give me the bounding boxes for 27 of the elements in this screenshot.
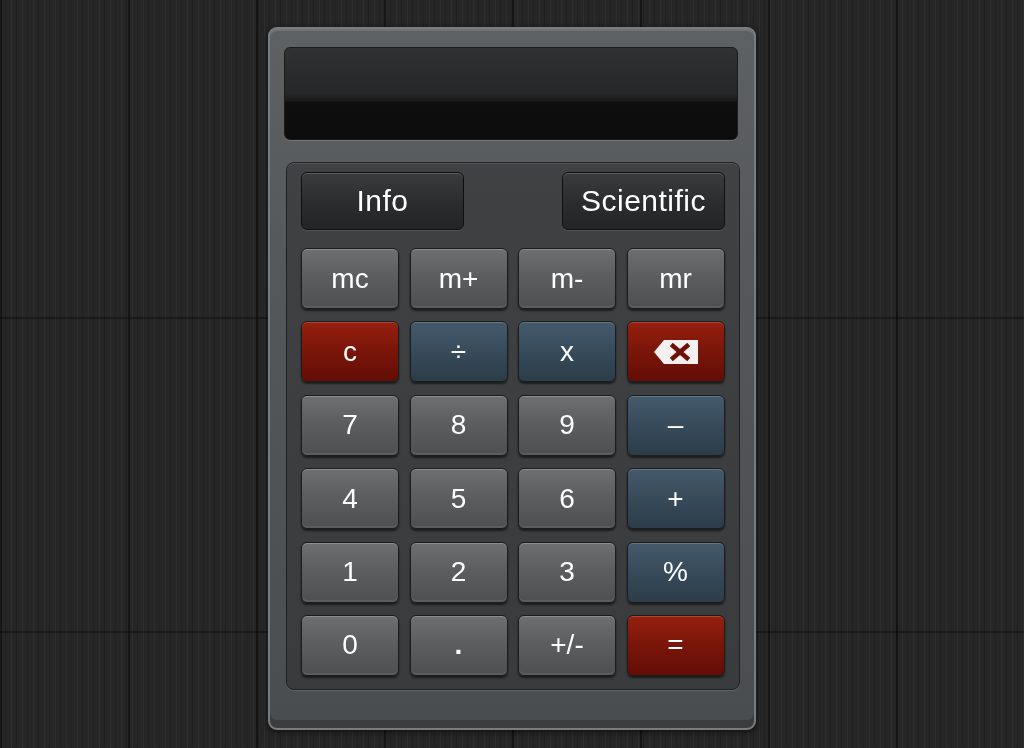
number-key[interactable]: 1	[301, 541, 399, 603]
sign-key[interactable]: +/-	[518, 614, 616, 676]
equals-key[interactable]: =	[626, 614, 725, 676]
scientific-button[interactable]: Scientific	[562, 172, 725, 230]
operator-key[interactable]: ÷	[409, 321, 508, 383]
number-key[interactable]: 8	[409, 394, 508, 456]
memory-key[interactable]: mr	[626, 248, 725, 309]
operator-key[interactable]: %	[626, 541, 725, 603]
number-key[interactable]: 9	[518, 394, 616, 456]
operator-key[interactable]: +	[626, 468, 725, 530]
decimal-key[interactable]: .	[409, 614, 508, 676]
number-key[interactable]: 7	[301, 394, 399, 456]
memory-key[interactable]: mc	[301, 248, 399, 309]
number-key[interactable]: 2	[409, 541, 508, 603]
memory-key[interactable]: m-	[518, 248, 616, 309]
number-key[interactable]: 0	[301, 614, 399, 676]
number-key[interactable]: 6	[518, 468, 616, 530]
backspace-key[interactable]	[626, 321, 725, 383]
operator-key[interactable]: x	[518, 321, 616, 383]
backspace-icon	[653, 339, 698, 364]
memory-key[interactable]: m+	[409, 248, 508, 309]
number-key[interactable]: 5	[409, 468, 508, 530]
clear-key[interactable]: c	[301, 321, 399, 383]
number-key[interactable]: 3	[518, 541, 616, 603]
number-key[interactable]: 4	[301, 468, 399, 530]
info-button[interactable]: Info	[301, 172, 464, 230]
operator-key[interactable]: –	[626, 394, 725, 456]
